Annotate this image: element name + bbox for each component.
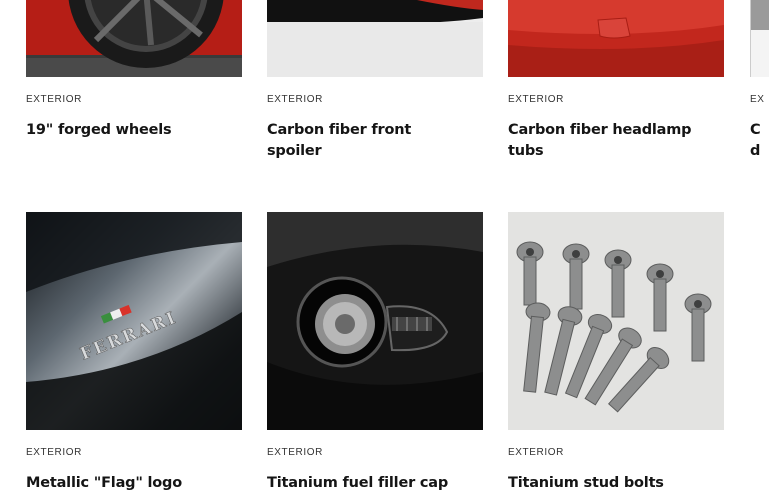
bolts-image[interactable]: [508, 212, 724, 430]
product-title[interactable]: 19" forged wheels: [26, 120, 236, 141]
product-category: EXTERIOR: [508, 447, 564, 458]
headlamp-image[interactable]: [508, 0, 724, 77]
product-category: EXTERIOR: [508, 94, 564, 105]
logo-image[interactable]: FERRARI: [26, 212, 242, 430]
product-category: EXTERIOR: [26, 447, 82, 458]
product-title[interactable]: C d: [750, 120, 762, 162]
product-category: EXTERIOR: [267, 94, 323, 105]
partial-image[interactable]: [750, 0, 769, 77]
product-category: EXTERIOR: [267, 447, 323, 458]
product-category: EX: [750, 94, 765, 105]
wheel-image[interactable]: [26, 0, 242, 77]
product-category: EXTERIOR: [26, 94, 82, 105]
product-title[interactable]: Carbon fiber front spoiler: [267, 120, 457, 162]
product-title[interactable]: Carbon fiber headlamp tubs: [508, 120, 723, 162]
spoiler-image[interactable]: [267, 0, 483, 77]
fuel-cap-image[interactable]: [267, 212, 483, 430]
